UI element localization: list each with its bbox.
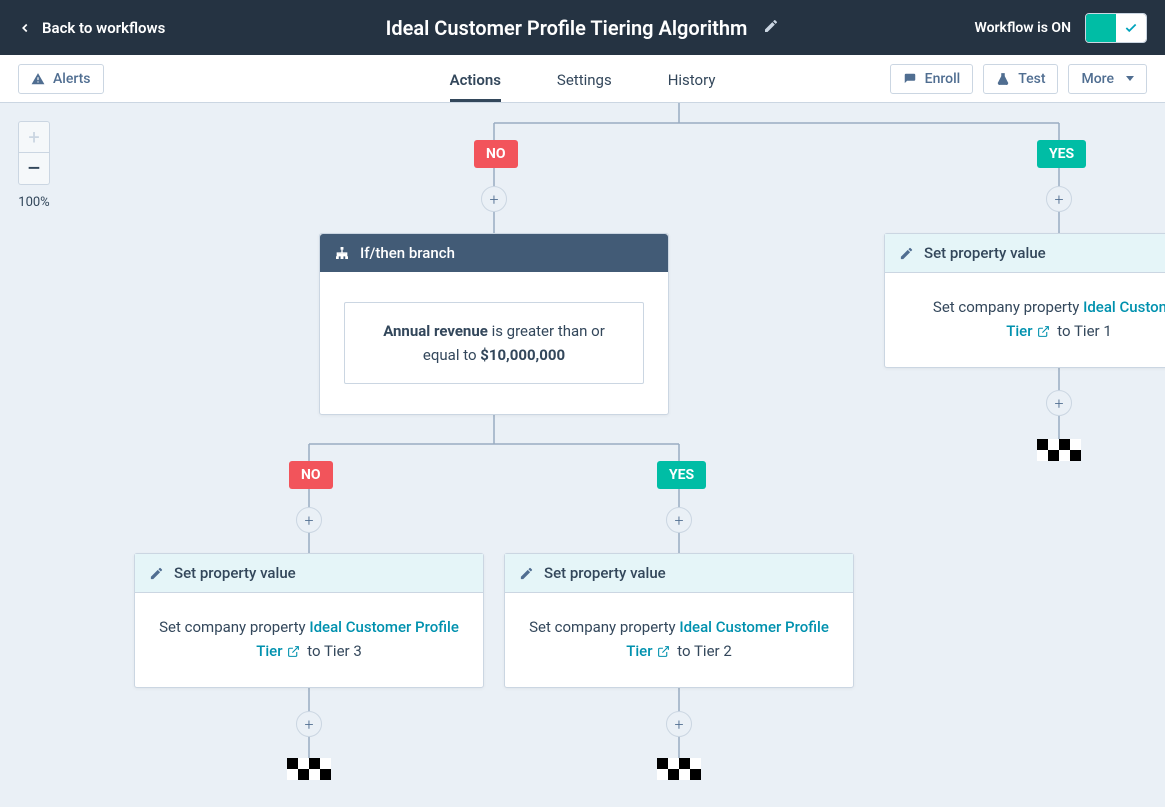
if-then-branch-card[interactable]: If/then branch Annual revenue is greater… [319,233,669,415]
test-icon [996,72,1010,86]
add-action-button[interactable]: + [666,711,692,737]
branch-label-no: NO [474,140,518,168]
back-label: Back to workflows [42,19,165,37]
more-label: More [1081,71,1114,87]
toggle-off-half [1116,14,1146,42]
end-flag-icon [1037,439,1081,461]
edit-icon [899,246,914,261]
branch-condition: Annual revenue is greater than or equal … [344,302,644,384]
back-to-workflows-link[interactable]: Back to workflows [18,19,165,37]
workflow-title: Ideal Customer Profile Tiering Algorithm [386,16,748,40]
end-flag-icon [657,758,701,780]
pencil-icon [763,18,779,34]
branch-card-title: If/then branch [360,244,455,262]
alert-icon [31,72,45,86]
add-action-button[interactable]: + [666,507,692,533]
add-action-button[interactable]: + [296,507,322,533]
end-flag-icon [287,758,331,780]
card-title: Set property value [174,564,296,582]
toolbar: Alerts Actions Settings History Enroll T… [0,55,1165,103]
tab-history[interactable]: History [668,57,716,101]
workflow-status-label: Workflow is ON [975,20,1071,36]
test-label: Test [1018,71,1045,87]
test-button[interactable]: Test [983,64,1058,94]
alerts-button[interactable]: Alerts [18,64,104,94]
toggle-on-half [1086,14,1116,42]
set-property-card-tier3[interactable]: Set property value Set company property … [134,553,484,688]
alerts-label: Alerts [53,71,91,87]
add-action-button[interactable]: + [1046,390,1072,416]
edit-icon [149,566,164,581]
add-action-button[interactable]: + [481,186,507,212]
chevron-down-icon [1126,76,1134,81]
tab-actions[interactable]: Actions [450,57,501,102]
top-bar: Back to workflows Ideal Customer Profile… [0,0,1165,55]
external-link-icon [287,645,300,658]
edit-title-button[interactable] [763,18,779,38]
add-action-button[interactable]: + [1046,186,1072,212]
branch-label-yes: YES [1037,140,1086,168]
card-title: Set property value [924,244,1046,262]
external-link-icon [657,645,670,658]
card-body: Set company property Ideal Customer Tier… [885,273,1165,367]
more-button[interactable]: More [1068,64,1147,94]
card-body: Set company property Ideal Customer Prof… [505,593,853,687]
edit-icon [519,566,534,581]
checkmark-icon [1124,21,1138,35]
connectors [0,103,1165,807]
set-property-card-tier2[interactable]: Set property value Set company property … [504,553,854,688]
card-title: Set property value [544,564,666,582]
workflow-toggle[interactable] [1085,13,1147,43]
add-action-button[interactable]: + [296,711,322,737]
sitemap-icon [334,245,350,261]
branch-label-yes: YES [657,461,706,489]
enroll-icon [903,72,917,86]
set-property-card-tier1[interactable]: Set property value Set company property … [884,233,1165,368]
workflow-canvas[interactable]: + − 100% NO YES + + If/then br [0,103,1165,807]
branch-label-no: NO [289,461,333,489]
enroll-label: Enroll [925,71,961,87]
chevron-left-icon [18,21,32,35]
enroll-button[interactable]: Enroll [890,64,974,94]
tab-settings[interactable]: Settings [557,57,612,101]
external-link-icon [1037,325,1050,338]
card-body: Set company property Ideal Customer Prof… [135,593,483,687]
